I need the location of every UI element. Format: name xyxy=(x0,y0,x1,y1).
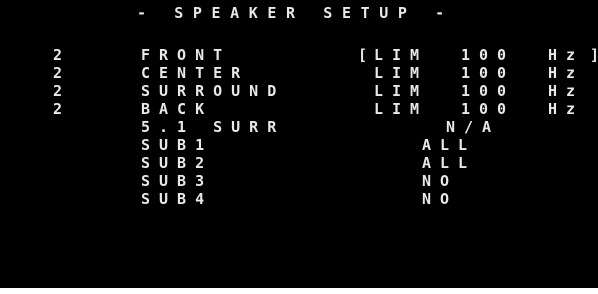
menu-item-center[interactable]: CENTER xyxy=(141,64,249,82)
sub2-value: ALL xyxy=(422,154,477,172)
menu-item-back[interactable]: BACK xyxy=(141,100,213,118)
menu-item-surround[interactable]: SURROUND xyxy=(141,82,285,100)
sub3-value: NO xyxy=(422,172,459,190)
back-crossover-mode: LIM xyxy=(374,100,429,118)
speaker-count-center: 2 xyxy=(53,64,72,82)
back-crossover-unit: Hz xyxy=(548,100,585,118)
5-1-surr-value: N/A xyxy=(446,118,501,136)
back-crossover-frequency: 100 xyxy=(461,100,516,118)
selection-bracket-close: ] xyxy=(590,46,598,64)
screen-title: - SPEAKER SETUP - xyxy=(137,4,454,22)
center-crossover-unit: Hz xyxy=(548,64,585,82)
menu-item-sub1[interactable]: SUB1 xyxy=(141,136,213,154)
speaker-count-surround: 2 xyxy=(53,82,72,100)
menu-item-sub4[interactable]: SUB4 xyxy=(141,190,213,208)
menu-item-sub2[interactable]: SUB2 xyxy=(141,154,213,172)
front-crossover-unit: Hz xyxy=(548,46,585,64)
speaker-setup-screen: - SPEAKER SETUP - 2 FRONT [ LIM 100 Hz ]… xyxy=(0,0,598,288)
speaker-count-back: 2 xyxy=(53,100,72,118)
center-crossover-mode: LIM xyxy=(374,64,429,82)
front-crossover-mode: LIM xyxy=(374,46,429,64)
surround-crossover-unit: Hz xyxy=(548,82,585,100)
menu-item-front[interactable]: FRONT xyxy=(141,46,231,64)
front-crossover-frequency: 100 xyxy=(461,46,516,64)
surround-crossover-frequency: 100 xyxy=(461,82,516,100)
center-crossover-frequency: 100 xyxy=(461,64,516,82)
surround-crossover-mode: LIM xyxy=(374,82,429,100)
sub4-value: NO xyxy=(422,190,459,208)
menu-item-5-1-surr[interactable]: 5.1 SURR xyxy=(141,118,285,136)
speaker-count-front: 2 xyxy=(53,46,72,64)
menu-item-sub3[interactable]: SUB3 xyxy=(141,172,213,190)
sub1-value: ALL xyxy=(422,136,477,154)
selection-bracket-open: [ xyxy=(358,46,368,64)
